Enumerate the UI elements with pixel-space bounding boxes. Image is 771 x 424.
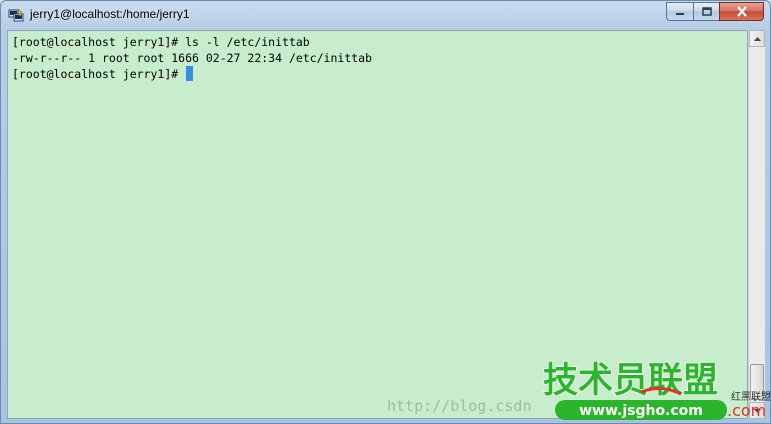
text-cursor xyxy=(186,66,194,81)
putty-app-icon[interactable] xyxy=(8,7,24,23)
terminal-line: -rw-r--r-- 1 root root 1666 02-27 22:34 … xyxy=(12,51,373,65)
arrow-up-icon xyxy=(753,36,761,41)
logo-url-text: www.jsgho.com xyxy=(579,403,703,419)
terminal-line: [root@localhost jerry1]# ls -l /etc/init… xyxy=(12,35,310,49)
close-button[interactable] xyxy=(719,2,764,21)
maximize-icon xyxy=(701,7,712,16)
scroll-up-button[interactable] xyxy=(749,30,765,47)
window-controls xyxy=(666,2,764,21)
terminal-prompt: [root@localhost jerry1]# xyxy=(12,67,186,81)
blog-watermark: http://blog.csdn xyxy=(387,397,532,415)
window-title: jerry1@localhost:/home/jerry1 xyxy=(30,7,190,21)
minimize-button[interactable] xyxy=(666,2,693,21)
logo-chinese-text: 技术员联盟 xyxy=(543,361,718,401)
site-logo-watermark: 技术员联盟 www.jsgho.com 红黑联盟 .com xyxy=(541,356,771,424)
title-bar[interactable]: jerry1@localhost:/home/jerry1 xyxy=(1,1,770,29)
terminal-prompt-line: [root@localhost jerry1]# xyxy=(12,66,747,82)
terminal-window: jerry1@localhost:/home/jerry1 [root@loca… xyxy=(0,0,771,424)
maximize-button[interactable] xyxy=(693,2,719,21)
close-icon xyxy=(736,6,747,17)
minimize-icon xyxy=(676,12,684,15)
logo-com-text: .com xyxy=(727,401,766,420)
